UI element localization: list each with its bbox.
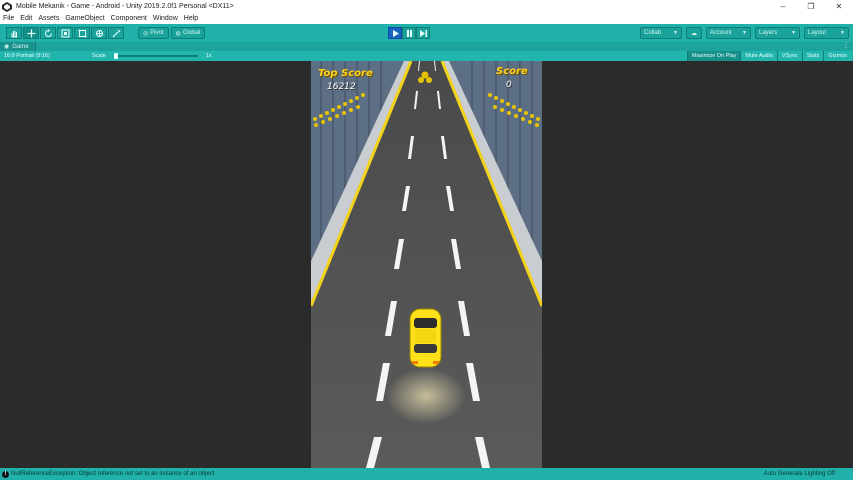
tab-game-label: Game <box>12 43 29 50</box>
pause-button[interactable] <box>402 27 416 39</box>
step-button[interactable] <box>416 27 430 39</box>
play-icon <box>392 29 399 37</box>
chevron-down-icon: ▼ <box>742 30 747 36</box>
minimize-button[interactable]: – <box>769 0 797 13</box>
score-label: Score <box>496 66 528 77</box>
scale-slider-handle[interactable] <box>113 53 118 59</box>
hand-tool-button[interactable] <box>6 27 22 39</box>
rotate-tool-button[interactable] <box>40 27 56 39</box>
main-toolbar: ◎ Pivot ◍ Global Collab ▼ ☁ Account ▼ La… <box>0 24 853 42</box>
rect-icon <box>78 29 86 37</box>
collab-label: Collab <box>644 30 662 36</box>
chevron-down-icon: ▼ <box>791 30 796 36</box>
wrench-icon <box>112 29 120 37</box>
lighting-status: Auto Generate Lighting Off <box>763 471 835 477</box>
menu-edit[interactable]: Edit <box>20 15 32 22</box>
pivot-toggle[interactable]: ◎ Pivot <box>138 27 169 39</box>
menu-help[interactable]: Help <box>184 15 198 22</box>
layers-label: Layers <box>759 30 778 36</box>
tab-options-icon[interactable]: ⋮ <box>843 42 849 49</box>
play-button[interactable] <box>388 27 402 39</box>
scale-label: Scale <box>92 53 106 59</box>
pivot-label: Pivot <box>150 30 164 36</box>
close-button[interactable]: ✕ <box>825 0 853 13</box>
menu-window[interactable]: Window <box>153 15 178 22</box>
chevron-down-icon: ▼ <box>673 30 678 36</box>
account-dropdown[interactable]: Account ▼ <box>706 27 751 39</box>
scale-value: 1x <box>205 53 212 59</box>
aspect-dropdown[interactable]: 16:9 Portrait (9:16) <box>0 51 88 61</box>
menu-assets[interactable]: Assets <box>38 15 59 22</box>
collab-dropdown[interactable]: Collab ▼ <box>640 27 682 39</box>
window-title: Mobile Mekanik - Game - Android - Unity … <box>16 3 234 10</box>
right-toolbar: Collab ▼ ☁ Account ▼ Layers ▼ Layout ▼ <box>640 27 849 39</box>
chevron-down-icon: ▼ <box>840 30 845 36</box>
maximize-on-play-toggle[interactable]: Maximize On Play <box>687 51 741 61</box>
status-bar[interactable]: ! NullReferenceException: Object referen… <box>0 468 853 480</box>
player-car <box>409 308 442 368</box>
menu-file[interactable]: File <box>3 15 14 22</box>
menu-component[interactable]: Component <box>111 15 147 22</box>
game-render[interactable]: Top Score 16212 Score 0 <box>311 61 542 468</box>
layout-label: Layout <box>808 30 827 36</box>
unity-logo-icon <box>2 1 12 12</box>
cloud-button[interactable]: ☁ <box>686 27 702 39</box>
pause-icon <box>406 29 412 37</box>
game-controller-icon: ◉ <box>4 44 10 50</box>
maximize-button[interactable]: ❐ <box>797 0 825 13</box>
scale-tool-button[interactable] <box>57 27 73 39</box>
global-label: Global <box>182 30 201 36</box>
scale-icon <box>61 29 69 37</box>
unity-editor-window: Mobile Mekanik - Game - Android - Unity … <box>0 0 853 480</box>
account-label: Account <box>710 30 732 36</box>
gizmos-dropdown[interactable]: Gizmos <box>823 51 851 61</box>
step-icon <box>419 29 427 37</box>
error-icon: ! <box>2 470 9 478</box>
game-view-toolbar: 16:9 Portrait (9:16) Scale 1x Maximize O… <box>0 51 853 61</box>
status-message: NullReferenceException: Object reference… <box>11 471 215 477</box>
title-bar: Mobile Mekanik - Game - Android - Unity … <box>0 0 853 13</box>
top-score-value: 16212 <box>327 82 356 92</box>
layout-dropdown[interactable]: Layout ▼ <box>804 27 849 39</box>
menu-bar: File Edit Assets GameObject Component Wi… <box>0 13 853 24</box>
globe-icon: ◍ <box>175 30 181 37</box>
pivot-icon: ◎ <box>143 30 149 37</box>
menu-gameobject[interactable]: GameObject <box>65 15 104 22</box>
custom-tool-button[interactable] <box>108 27 124 39</box>
transform-tool-button[interactable] <box>91 27 107 39</box>
rect-tool-button[interactable] <box>74 27 90 39</box>
vsync-toggle[interactable]: VSync <box>776 51 802 61</box>
global-toggle[interactable]: ◍ Global <box>170 27 206 39</box>
top-score-label: Top Score <box>318 68 373 79</box>
move-icon <box>27 29 35 37</box>
tab-game[interactable]: ◉ Game <box>0 42 36 51</box>
aspect-label: 16:9 Portrait (9:16) <box>4 53 50 59</box>
score-value: 0 <box>506 80 512 90</box>
rotate-icon <box>44 28 52 37</box>
stats-toggle[interactable]: Stats <box>801 51 824 61</box>
transform-icon <box>95 29 103 37</box>
cloud-icon: ☁ <box>691 30 697 37</box>
hand-icon <box>11 30 17 37</box>
game-view: Top Score 16212 Score 0 <box>0 61 853 468</box>
move-tool-button[interactable] <box>23 27 39 39</box>
scale-slider[interactable] <box>113 53 198 59</box>
layers-dropdown[interactable]: Layers ▼ <box>755 27 800 39</box>
game-tab-strip: ◉ Game ⋮ <box>0 42 853 51</box>
road-scene-image <box>311 61 542 468</box>
play-controls <box>388 27 430 39</box>
mute-audio-toggle[interactable]: Mute Audio <box>740 51 777 61</box>
